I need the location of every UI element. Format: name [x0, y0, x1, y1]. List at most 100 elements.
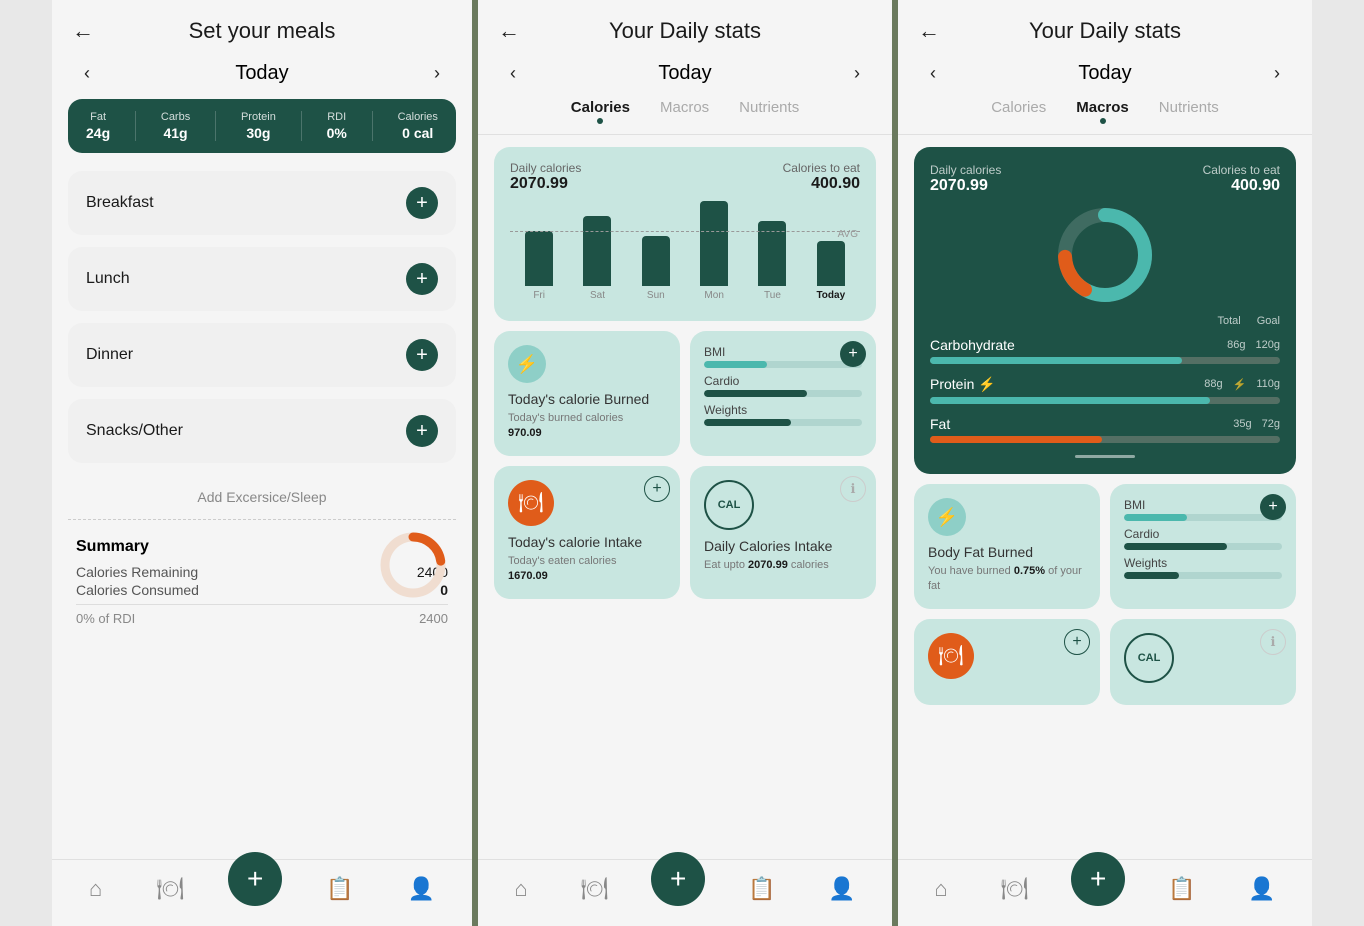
calorie-intake-card-3: 🍽 +: [914, 619, 1100, 705]
rdi-percent: 0% of RDI: [76, 611, 135, 626]
bar-sat: Sat: [568, 216, 626, 301]
burned-sub-label: Today's burned calories: [508, 412, 623, 424]
calories-donut: [378, 530, 448, 605]
nav-home-2[interactable]: ⌂: [504, 872, 537, 906]
cal-badge-3: CAL: [1124, 633, 1174, 683]
bodyfat-sub: You have burned 0.75% of your fat: [928, 564, 1086, 595]
macro-carb-current: 86g: [1227, 339, 1245, 351]
meal-lunch-label: Lunch: [86, 270, 130, 288]
nav-profile-2[interactable]: 👤: [818, 872, 865, 906]
profile-icon-1: 👤: [408, 876, 435, 902]
eat-cal-value-2: 400.90: [783, 175, 860, 193]
intake-icon: 🍽: [508, 480, 554, 526]
daily-cal-card-label: Eat upto: [704, 559, 745, 571]
bmi-card-2: BMI Cardio Weights: [690, 331, 876, 456]
nav-profile-1[interactable]: 👤: [398, 872, 445, 906]
back-button-1[interactable]: ←: [72, 18, 94, 44]
bottom-nav-1: ⌂ 🍽 + 📋 👤: [52, 859, 472, 926]
intake-icon-3: 🍽: [928, 633, 974, 679]
add-activity-button[interactable]: +: [840, 341, 866, 367]
add-breakfast-button[interactable]: +: [406, 187, 438, 219]
tab-macros-3[interactable]: Macros: [1076, 99, 1129, 122]
tab-macros-2[interactable]: Macros: [660, 99, 709, 122]
cal-badge: CAL: [704, 480, 754, 530]
nav-log-3[interactable]: 📋: [1158, 872, 1205, 906]
calorie-intake-card: 🍽 Today's calorie Intake Today's eaten c…: [494, 466, 680, 599]
meal-breakfast[interactable]: Breakfast +: [68, 171, 456, 235]
stats-row-2b: 🍽 Today's calorie Intake Today's eaten c…: [494, 466, 876, 599]
nav-meals-3[interactable]: 🍽: [990, 872, 1038, 906]
add-lunch-button[interactable]: +: [406, 263, 438, 295]
bmi-bars-2: BMI Cardio Weights: [704, 345, 862, 426]
bar-sun: Sun: [627, 236, 685, 301]
tab-nutrients-2[interactable]: Nutrients: [739, 99, 799, 122]
bar-mon-bar: [700, 201, 728, 286]
macro-protein-lightning: ⚡: [1233, 378, 1247, 391]
add-snacks-button[interactable]: +: [406, 415, 438, 447]
add-dinner-button[interactable]: +: [406, 339, 438, 371]
bmi-label-2: BMI: [704, 345, 862, 359]
nav-home-1[interactable]: ⌂: [79, 872, 112, 906]
tab-calories-3[interactable]: Calories: [991, 99, 1046, 122]
info-button-3[interactable]: ℹ: [1260, 629, 1286, 655]
macro-fat-fill: [930, 436, 1102, 443]
cardio-fill-2: [704, 390, 807, 397]
nav-meals-2[interactable]: 🍽: [570, 872, 618, 906]
screen1-header: ← Set your meals: [52, 0, 472, 54]
bar-sat-label: Sat: [590, 290, 605, 301]
nav-profile-3[interactable]: 👤: [1238, 872, 1285, 906]
back-button-2[interactable]: ←: [498, 18, 520, 44]
meal-dinner[interactable]: Dinner +: [68, 323, 456, 387]
add-fab-1[interactable]: +: [228, 852, 282, 906]
macro-fat-current: 35g: [1233, 418, 1251, 430]
meals-icon-2: 🍽: [580, 876, 608, 902]
remaining-label: Calories Remaining: [76, 564, 198, 580]
eat-cal-group: Calories to eat 400.90: [783, 161, 860, 193]
add-activity-button-3[interactable]: +: [1260, 494, 1286, 520]
add-intake-button-3[interactable]: +: [1064, 629, 1090, 655]
next-date-2[interactable]: ›: [842, 63, 872, 84]
add-fab-2[interactable]: +: [651, 852, 705, 906]
macro-carb-vals: 86g 120g: [1227, 339, 1280, 351]
daily-cal-card-title: Daily Calories Intake: [704, 538, 862, 554]
macro-protein-fill: [930, 397, 1210, 404]
tab-calories-2[interactable]: Calories: [571, 99, 630, 122]
prev-date-3[interactable]: ‹: [918, 63, 948, 84]
rdi-row: 0% of RDI 2400: [76, 611, 448, 626]
calorie-burned-card: ⚡ Today's calorie Burned Today's burned …: [494, 331, 680, 456]
add-exercise-section[interactable]: Add Excersice/Sleep: [68, 475, 456, 520]
back-button-3[interactable]: ←: [918, 18, 940, 44]
weights-fill-2: [704, 419, 791, 426]
cardio-track-2: [704, 390, 862, 397]
profile-icon-3: 👤: [1248, 876, 1275, 902]
add-intake-button[interactable]: +: [644, 476, 670, 502]
prev-date-2[interactable]: ‹: [498, 63, 528, 84]
macro-fat: Fat 24g: [86, 111, 110, 141]
meal-lunch[interactable]: Lunch +: [68, 247, 456, 311]
screen2-title: Your Daily stats: [609, 18, 761, 44]
divider-2: [215, 111, 216, 141]
nav-meals-1[interactable]: 🍽: [146, 872, 194, 906]
nav-home-3[interactable]: ⌂: [924, 872, 957, 906]
tab-nutrients-3[interactable]: Nutrients: [1159, 99, 1219, 122]
bmi-fill-3: [1124, 514, 1187, 521]
screen3-title: Your Daily stats: [1029, 18, 1181, 44]
macro-fat-row: Fat 35g 72g: [930, 416, 1280, 443]
nav-log-1[interactable]: 📋: [316, 872, 363, 906]
bmi-card-3: BMI Cardio Weights: [1110, 484, 1296, 609]
meal-snacks-label: Snacks/Other: [86, 422, 183, 440]
fat-label: Fat: [90, 111, 106, 123]
eat-cal-label-2: Calories to eat: [783, 161, 860, 175]
nav-log-2[interactable]: 📋: [738, 872, 785, 906]
prev-date-1[interactable]: ‹: [72, 63, 102, 84]
intake-title: Today's calorie Intake: [508, 534, 666, 550]
next-date-3[interactable]: ›: [1262, 63, 1292, 84]
info-button[interactable]: ℹ: [840, 476, 866, 502]
screen1-title: Set your meals: [189, 18, 336, 44]
meal-snacks[interactable]: Snacks/Other +: [68, 399, 456, 463]
add-fab-3[interactable]: +: [1071, 852, 1125, 906]
bmi-track-3: [1124, 514, 1282, 521]
log-icon-1: 📋: [326, 876, 353, 902]
next-date-1[interactable]: ›: [422, 63, 452, 84]
col-goal: Goal: [1257, 315, 1280, 327]
